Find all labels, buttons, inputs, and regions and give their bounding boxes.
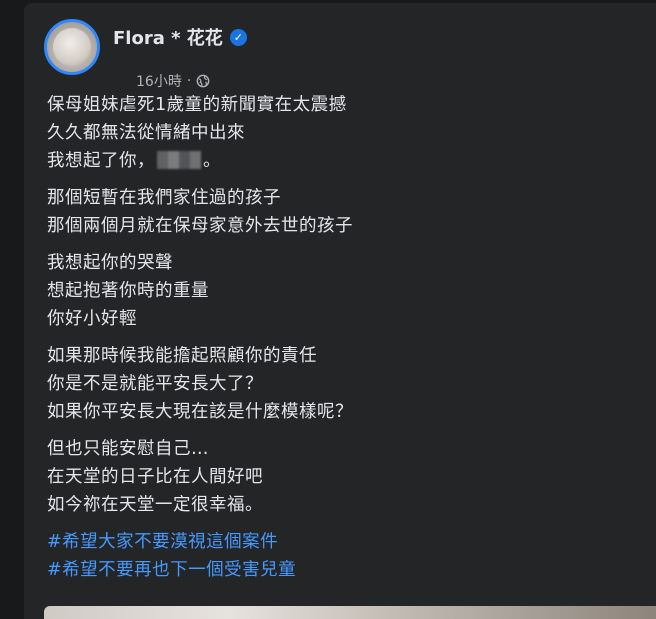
paragraph-1: 保母姐妹虐死1歲童的新聞實在太震撼 久久都無法從情緒中出來 我想起了你， 。 [47,91,607,175]
text-line: 那個兩個月就在保母家意外去世的孩子 [47,216,353,236]
text-line: 你是不是就能平安長大了？ [47,374,263,394]
text-line-suffix: 。 [203,151,221,171]
post-body: 保母姐妹虐死1歲童的新聞實在太震撼 久久都無法從情緒中出來 我想起了你， 。 那個… [47,91,607,593]
text-line: 保母姐妹虐死1歲童的新聞實在太震撼 [47,95,347,115]
text-line: 想起抱著你時的重量 [47,281,209,301]
text-line: 我想起你的哭聲 [47,253,173,273]
avatar[interactable] [44,19,100,75]
paragraph-5: 但也只能安慰自己… 在天堂的日子比在人間好吧 如今祢在天堂一定很幸福。 [47,435,607,519]
text-line: 但也只能安慰自己… [47,439,209,459]
text-line: 如果你平安長大現在該是什麼模樣呢？ [47,402,353,422]
post-meta: 16小時 · [136,71,210,91]
text-line: 在天堂的日子比在人間好吧 [47,467,263,487]
hashtag-link[interactable]: #希望大家不要漠視這個案件 [47,528,607,556]
verified-badge-icon: ✓ [229,28,247,46]
hashtag-link[interactable]: #希望不要再也下一個受害兒童 [47,556,607,584]
post-timestamp[interactable]: 16小時 [136,71,182,91]
post-image-preview[interactable] [44,606,656,619]
hashtags: #希望大家不要漠視這個案件 #希望不要再也下一個受害兒童 [47,528,607,584]
text-line: 你好小好輕 [47,309,137,329]
blurred-name-redaction [157,151,201,169]
text-line: 久久都無法從情緒中出來 [47,123,245,143]
post-card: Flora * 花花 ✓ 16小時 · 保母姐妹虐死1歲童的新聞實在太震撼 久久… [24,3,656,619]
paragraph-4: 如果那時候我能擔起照顧你的責任 你是不是就能平安長大了？ 如果你平安長大現在該是… [47,342,607,426]
meta-separator: · [186,73,192,89]
author-row: Flora * 花花 ✓ [113,24,247,50]
author-name[interactable]: Flora * 花花 [113,24,223,50]
text-line-prefix: 我想起了你， [47,151,155,171]
text-line-with-redaction: 我想起了你， 。 [47,147,607,175]
post-header: Flora * 花花 ✓ 16小時 · [44,19,604,90]
text-line: 那個短暫在我們家住過的孩子 [47,188,281,208]
avatar-photo [53,28,91,66]
text-line: 如果那時候我能擔起照顧你的責任 [47,346,317,366]
paragraph-3: 我想起你的哭聲 想起抱著你時的重量 你好小好輕 [47,249,607,333]
text-line: 如今祢在天堂一定很幸福。 [47,495,263,515]
paragraph-2: 那個短暫在我們家住過的孩子 那個兩個月就在保母家意外去世的孩子 [47,184,607,240]
globe-icon[interactable] [196,74,210,88]
